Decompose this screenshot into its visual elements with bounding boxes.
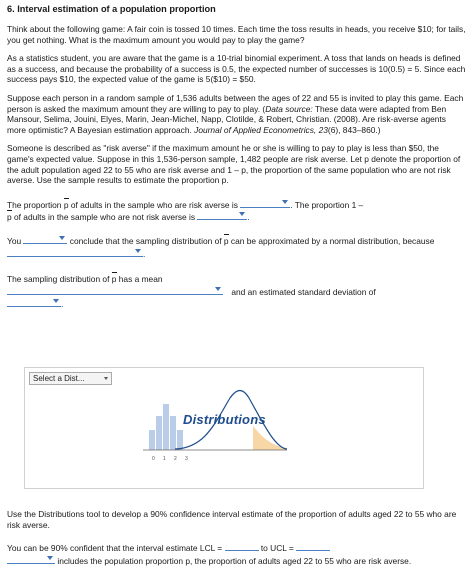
p-hat-symbol: p xyxy=(7,212,12,223)
histogram-bar xyxy=(177,430,183,450)
axis-tick-label: 2 xyxy=(174,456,177,462)
dropdown-arrow-icon xyxy=(59,235,66,240)
intro-paragraph: Think about the following game: A fair c… xyxy=(7,24,466,45)
sample-paragraph: Suppose each person in a random sample o… xyxy=(7,92,464,135)
proportion-risk-averse-dropdown[interactable] xyxy=(240,198,291,208)
histogram-bar xyxy=(163,404,169,450)
tail-area xyxy=(253,426,287,450)
dropdown-arrow-icon xyxy=(47,555,53,560)
confidence-paragraph: Use the Distributions tool to develop a … xyxy=(7,509,457,530)
histogram-bar xyxy=(149,430,155,450)
p-hat-symbol: p xyxy=(111,274,117,285)
dropdown-arrow-icon xyxy=(215,286,221,291)
can-cannot-dropdown[interactable] xyxy=(23,234,68,244)
question-container: 6. Interval estimation of a population p… xyxy=(7,4,467,318)
ucl-input[interactable] xyxy=(296,541,331,552)
question-title: 6. Interval estimation of a population p… xyxy=(7,4,216,14)
binomial-paragraph: As a statistics student, you are aware t… xyxy=(7,53,466,85)
lcl-input[interactable] xyxy=(224,541,259,552)
p-hat-symbol: p xyxy=(63,199,69,210)
includes-dropdown[interactable] xyxy=(7,554,55,564)
dropdown-arrow-icon xyxy=(282,199,289,204)
histogram-bar xyxy=(156,416,162,450)
standard-deviation-dropdown[interactable] xyxy=(7,297,61,308)
dropdown-arrow-icon xyxy=(239,212,246,217)
lower-section: Use the Distributions tool to develop a … xyxy=(7,509,467,566)
proportion-not-risk-averse-dropdown[interactable] xyxy=(197,210,248,221)
distributions-tool[interactable]: Select a Dist... 0 1 2 3 Distributions xyxy=(24,367,424,489)
distributions-graphic: 0 1 2 3 xyxy=(143,389,288,462)
axis-tick-label: 3 xyxy=(185,456,188,462)
axis-tick-label: 0 xyxy=(152,456,155,462)
p-hat-symbol: p xyxy=(223,235,229,246)
question-4: You can be 90% confident that the interv… xyxy=(7,541,412,566)
reason-dropdown[interactable] xyxy=(7,247,143,257)
risk-averse-paragraph: Someone is described as "risk averse" if… xyxy=(7,143,461,186)
histogram-bar xyxy=(170,416,176,450)
question-2: You conclude that the sampling distribut… xyxy=(7,234,435,259)
question-1: The proportion p of adults in the sample… xyxy=(7,198,364,223)
distributions-title: Distributions xyxy=(183,412,266,427)
axis-tick-label: 1 xyxy=(163,456,166,462)
mean-dropdown[interactable] xyxy=(7,285,223,295)
dropdown-arrow-icon xyxy=(53,299,59,304)
dropdown-arrow-icon xyxy=(135,248,141,253)
question-3: The sampling distribution of p has a mea… xyxy=(7,274,376,310)
